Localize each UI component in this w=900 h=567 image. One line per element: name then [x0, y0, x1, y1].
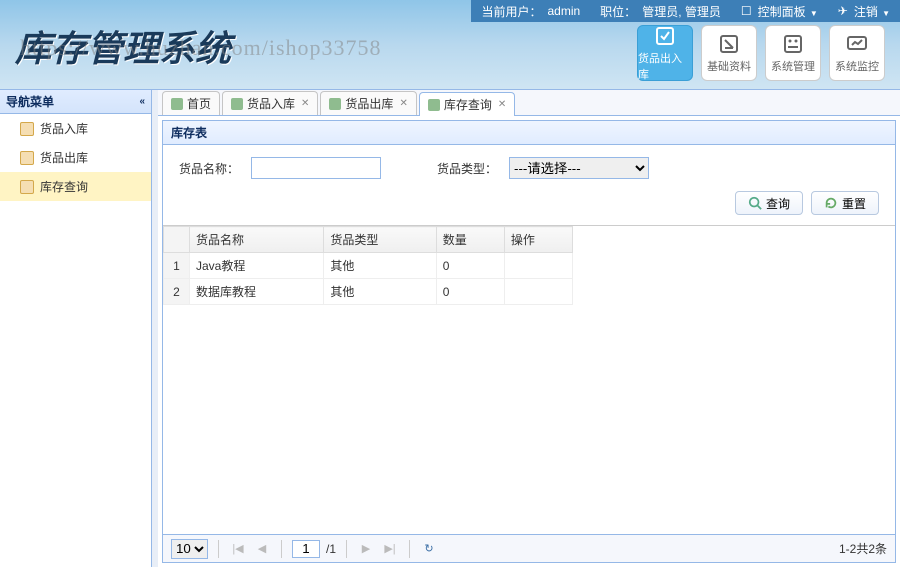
nav-buttons: 货品出入库基础资料 系统管理 系统监控	[637, 25, 885, 81]
sidebar-header: 导航菜单 «	[0, 90, 151, 114]
header: 当前用户： admin 职位： 管理员, 管理员 ☐ 控制面板 ▼ ✈ 注销 ▼…	[0, 0, 900, 90]
type-label: 货品类型：	[437, 160, 497, 177]
tab-label: 首页	[187, 95, 211, 112]
first-page-button[interactable]: |◀	[229, 540, 247, 558]
col-header[interactable]: 操作	[504, 227, 572, 253]
prev-page-button[interactable]: ◀	[253, 540, 271, 558]
folder-icon	[20, 180, 34, 194]
cell-op	[504, 279, 572, 305]
data-grid: 货品名称货品类型数量操作 1Java教程其他02数据库教程其他0	[163, 225, 895, 534]
sidebar-item-2[interactable]: 库存查询	[0, 172, 151, 201]
nav-btn-3[interactable]: 系统监控	[829, 25, 885, 81]
chevron-down-icon: ▼	[880, 9, 890, 18]
sidebar: 导航菜单 « 货品入库货品出库库存查询	[0, 90, 152, 567]
pager: 10 |◀ ◀ /1 ▶ ▶| ↻ 1-2共2条	[163, 534, 895, 562]
folder-icon	[20, 122, 34, 136]
search-button[interactable]: 查询	[735, 191, 803, 215]
watermark: https://www.huzhan.com/ishop33758	[20, 35, 382, 61]
current-user-link[interactable]: admin	[547, 4, 580, 18]
col-header[interactable]: 货品类型	[324, 227, 436, 253]
rownum: 1	[164, 253, 190, 279]
tab-icon	[428, 99, 440, 111]
search-icon	[748, 196, 762, 210]
cell-type: 其他	[324, 253, 436, 279]
close-icon[interactable]: ✕	[399, 98, 407, 109]
tab-icon	[329, 98, 341, 110]
control-panel-link[interactable]: 控制面板 ▼	[758, 3, 818, 20]
tab-3[interactable]: 库存查询 ✕	[419, 92, 515, 116]
cell-name: 数据库教程	[190, 279, 324, 305]
nav-icon	[653, 24, 677, 48]
next-page-button[interactable]: ▶	[357, 540, 375, 558]
nav-label: 基础资料	[707, 58, 751, 74]
nav-label: 系统监控	[835, 58, 879, 74]
close-icon[interactable]: ✕	[301, 98, 309, 109]
content: 首页 货品入库 ✕ 货品出库 ✕ 库存查询 ✕ 库存表 货品名称： 货品类型： ---请选择…	[152, 90, 900, 567]
name-input[interactable]	[251, 157, 381, 179]
table-row[interactable]: 2数据库教程其他0	[164, 279, 573, 305]
tab-label: 货品入库	[247, 95, 295, 112]
tab-icon	[231, 98, 243, 110]
total-pages: /1	[326, 542, 336, 556]
type-select[interactable]: ---请选择---	[509, 157, 649, 179]
cell-name: Java教程	[190, 253, 324, 279]
name-label: 货品名称：	[179, 160, 239, 177]
folder-icon	[20, 151, 34, 165]
sidebar-item-label: 库存查询	[40, 178, 88, 195]
reset-icon	[824, 196, 838, 210]
col-rownum	[164, 227, 190, 253]
sidebar-item-0[interactable]: 货品入库	[0, 114, 151, 143]
nav-btn-1[interactable]: 基础资料	[701, 25, 757, 81]
tab-0[interactable]: 首页	[162, 91, 220, 115]
collapse-icon[interactable]: «	[139, 96, 145, 107]
reset-button[interactable]: 重置	[811, 191, 879, 215]
nav-btn-2[interactable]: 系统管理	[765, 25, 821, 81]
filter-row: 货品名称： 货品类型： ---请选择---	[163, 145, 895, 191]
sidebar-title: 导航菜单	[6, 93, 54, 110]
role-label: 职位：	[600, 3, 636, 20]
tab-icon	[171, 98, 183, 110]
nav-icon	[781, 32, 805, 56]
logout-link[interactable]: 注销 ▼	[854, 3, 890, 20]
cell-qty: 0	[436, 279, 504, 305]
page-size-select[interactable]: 10	[171, 539, 208, 559]
sidebar-item-label: 货品出库	[40, 149, 88, 166]
tab-1[interactable]: 货品入库 ✕	[222, 91, 318, 115]
current-user-label: 当前用户：	[481, 3, 541, 20]
tabs: 首页 货品入库 ✕ 货品出库 ✕ 库存查询 ✕	[158, 90, 900, 116]
nav-icon	[717, 32, 741, 56]
nav-label: 货品出入库	[638, 50, 692, 82]
cell-type: 其他	[324, 279, 436, 305]
col-header[interactable]: 货品名称	[190, 227, 324, 253]
tab-label: 库存查询	[444, 96, 492, 113]
nav-icon	[845, 32, 869, 56]
paper-plane-icon: ✈	[838, 4, 848, 18]
chevron-down-icon: ▼	[808, 9, 818, 18]
tab-label: 货品出库	[345, 95, 393, 112]
panel: 库存表 货品名称： 货品类型： ---请选择--- 查询	[162, 120, 896, 563]
role-value: 管理员, 管理员	[642, 3, 721, 20]
nav-btn-0[interactable]: 货品出入库	[637, 25, 693, 81]
col-header[interactable]: 数量	[436, 227, 504, 253]
sidebar-item-label: 货品入库	[40, 120, 88, 137]
refresh-button[interactable]: ↻	[420, 540, 438, 558]
action-row: 查询 重置	[163, 191, 895, 225]
tab-2[interactable]: 货品出库 ✕	[320, 91, 416, 115]
rownum: 2	[164, 279, 190, 305]
topbar: 当前用户： admin 职位： 管理员, 管理员 ☐ 控制面板 ▼ ✈ 注销 ▼	[471, 0, 900, 22]
panel-title: 库存表	[163, 121, 895, 145]
checkbox-icon[interactable]: ☐	[741, 4, 752, 18]
cell-qty: 0	[436, 253, 504, 279]
page-input[interactable]	[292, 540, 320, 558]
last-page-button[interactable]: ▶|	[381, 540, 399, 558]
cell-op	[504, 253, 572, 279]
nav-label: 系统管理	[771, 58, 815, 74]
close-icon[interactable]: ✕	[498, 99, 506, 110]
sidebar-item-1[interactable]: 货品出库	[0, 143, 151, 172]
pager-info: 1-2共2条	[839, 540, 887, 557]
table-row[interactable]: 1Java教程其他0	[164, 253, 573, 279]
